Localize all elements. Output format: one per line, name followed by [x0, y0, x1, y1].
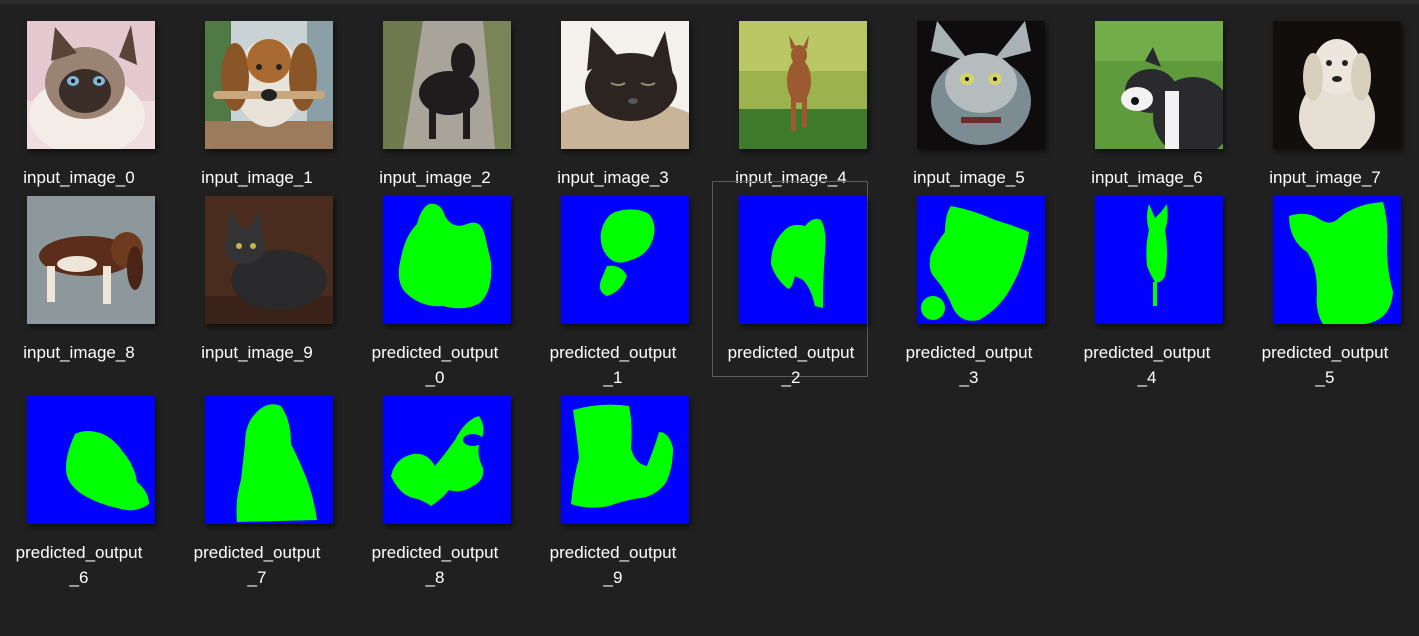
- file-tile-input-image-0[interactable]: input_image_0: [0, 6, 156, 202]
- file-tile-input-image-2[interactable]: input_image_2: [356, 6, 512, 202]
- mask-thumbnail: [1095, 196, 1223, 324]
- file-name-label: input_image_9: [201, 343, 313, 362]
- file-tile-predicted-output-4[interactable]: predicted_output _4: [1068, 181, 1224, 387]
- file-name-label: predicted_output _8: [371, 543, 499, 587]
- image-thumbnail: [27, 196, 155, 324]
- file-gallery: input_image_0 input_image_1 input_image_…: [0, 0, 1419, 636]
- image-thumbnail: [739, 21, 867, 149]
- file-tile-input-image-7[interactable]: input_image_7: [1246, 6, 1402, 202]
- file-tile-input-image-6[interactable]: input_image_6: [1068, 6, 1224, 202]
- image-thumbnail: [383, 21, 511, 149]
- mask-thumbnail: [383, 396, 511, 524]
- file-tile-input-image-9[interactable]: input_image_9: [178, 181, 334, 377]
- mask-thumbnail: [561, 396, 689, 524]
- file-tile-predicted-output-3[interactable]: predicted_output _3: [890, 181, 1046, 387]
- image-thumbnail: [27, 21, 155, 149]
- image-thumbnail: [561, 21, 689, 149]
- file-name-label: predicted_output _6: [15, 543, 143, 587]
- file-tile-input-image-8[interactable]: input_image_8: [0, 181, 156, 377]
- image-thumbnail: [205, 196, 333, 324]
- file-name-label: predicted_output _7: [193, 543, 321, 587]
- file-name-label: predicted_output _3: [905, 343, 1033, 387]
- file-tile-predicted-output-2[interactable]: predicted_output _2: [712, 181, 868, 387]
- mask-thumbnail: [561, 196, 689, 324]
- mask-thumbnail: [917, 196, 1045, 324]
- file-tile-predicted-output-7[interactable]: predicted_output _7: [178, 381, 334, 587]
- file-tile-predicted-output-5[interactable]: predicted_output _5: [1246, 181, 1402, 387]
- file-tile-predicted-output-1[interactable]: predicted_output _1: [534, 181, 690, 387]
- file-tile-input-image-3[interactable]: input_image_3: [534, 6, 690, 202]
- mask-thumbnail: [383, 196, 511, 324]
- mask-thumbnail: [205, 396, 333, 524]
- file-tile-predicted-output-6[interactable]: predicted_output _6: [0, 381, 156, 587]
- image-thumbnail: [1273, 21, 1401, 149]
- file-name-label: predicted_output _9: [549, 543, 677, 587]
- image-thumbnail: [205, 21, 333, 149]
- file-tile-predicted-output-8[interactable]: predicted_output _8: [356, 381, 512, 587]
- file-name-label: predicted_output _2: [727, 343, 855, 387]
- image-thumbnail: [1095, 21, 1223, 149]
- file-name-label: predicted_output _4: [1083, 343, 1211, 387]
- file-tile-input-image-1[interactable]: input_image_1: [178, 6, 334, 202]
- file-name-label: predicted_output _5: [1261, 343, 1389, 387]
- image-thumbnail: [917, 21, 1045, 149]
- mask-thumbnail: [739, 196, 867, 324]
- file-tile-input-image-4[interactable]: input_image_4: [712, 6, 868, 202]
- mask-thumbnail: [27, 396, 155, 524]
- file-tile-predicted-output-0[interactable]: predicted_output _0: [356, 181, 512, 387]
- mask-thumbnail: [1273, 196, 1401, 324]
- file-tile-predicted-output-9[interactable]: predicted_output _9: [534, 381, 690, 587]
- file-name-label: input_image_8: [23, 343, 135, 362]
- file-tile-input-image-5[interactable]: input_image_5: [890, 6, 1046, 202]
